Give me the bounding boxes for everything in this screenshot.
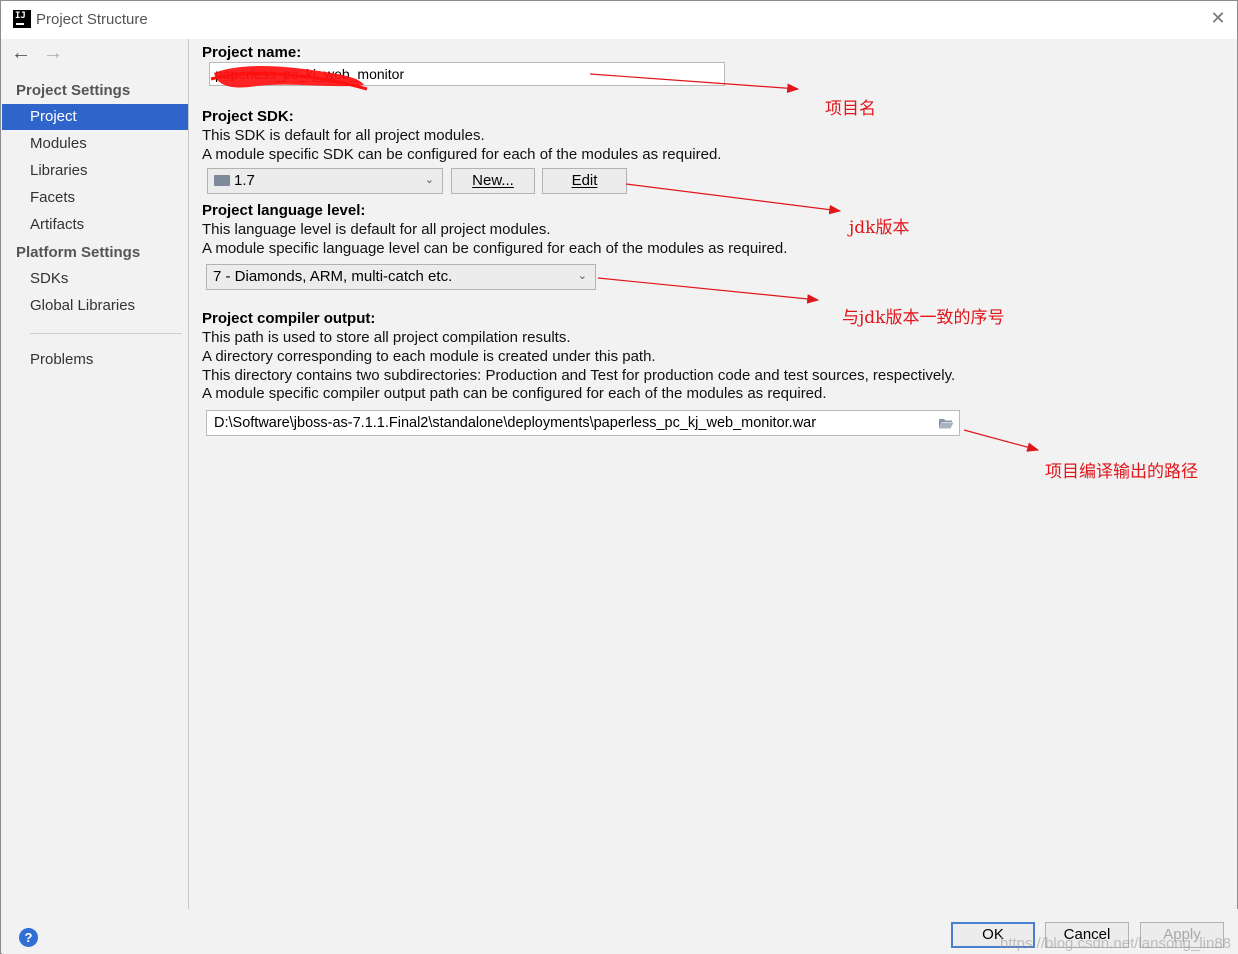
sidebar-item-libraries[interactable]: Libraries (2, 158, 188, 184)
edit-sdk-button[interactable]: Edit (542, 168, 627, 194)
annotation-output-path: 项目编译输出的路径 (1045, 462, 1198, 482)
annotation-project-name: 项目名 (825, 99, 876, 119)
sidebar-divider (30, 333, 182, 334)
compiler-output-label: Project compiler output: (202, 310, 376, 327)
window-title: Project Structure (36, 11, 148, 28)
watermark: https://blog.csdn.net/lansong_lin88 (1000, 935, 1231, 952)
settings-sidebar: ← → Project Settings Project Modules Lib… (2, 39, 189, 909)
chevron-down-icon: ⌄ (577, 270, 587, 282)
sidebar-item-problems[interactable]: Problems (2, 347, 188, 373)
language-level-desc-2: A module specific language level can be … (202, 240, 788, 257)
language-level-select[interactable]: 7 - Diamonds, ARM, multi-catch etc. ⌄ (206, 264, 596, 290)
forward-arrow-icon[interactable]: → (43, 42, 63, 64)
project-settings-header: Project Settings (16, 82, 131, 99)
folder-open-icon[interactable] (938, 417, 954, 429)
sidebar-item-modules[interactable]: Modules (2, 131, 188, 157)
chevron-down-icon: ⌄ (424, 174, 434, 186)
intellij-logo-icon: IJ (13, 10, 31, 28)
compiler-output-path-input[interactable]: D:\Software\jboss-as-7.1.1.Final2\standa… (206, 410, 960, 436)
dialog-footer: ? OK Cancel Apply https://blog.csdn.net/… (2, 909, 1238, 954)
language-level-label: Project language level: (202, 202, 366, 219)
sdk-folder-icon (214, 175, 230, 186)
new-sdk-button[interactable]: New... (451, 168, 535, 194)
sidebar-item-artifacts[interactable]: Artifacts (2, 212, 188, 238)
compiler-output-path: D:\Software\jboss-as-7.1.1.Final2\standa… (214, 415, 817, 431)
project-sdk-label: Project SDK: (202, 108, 294, 125)
sdk-select[interactable]: 1.7 ⌄ (207, 168, 443, 194)
compiler-output-desc-2: A directory corresponding to each module… (202, 348, 656, 365)
project-name-input[interactable]: paperless_pc_kj_web_monitor (209, 62, 725, 86)
compiler-output-desc-3: This directory contains two subdirectori… (202, 367, 956, 384)
language-level-desc-1: This language level is default for all p… (202, 221, 551, 238)
platform-settings-header: Platform Settings (16, 244, 141, 261)
sidebar-item-facets[interactable]: Facets (2, 185, 188, 211)
sdk-select-value: 1.7 (234, 172, 255, 189)
compiler-output-desc-4: A module specific compiler output path c… (202, 385, 827, 402)
title-bar: IJ Project Structure ✕ (1, 1, 1237, 39)
help-icon[interactable]: ? (19, 928, 38, 947)
sidebar-item-sdks[interactable]: SDKs (2, 266, 188, 292)
annotation-language-level: 与jdk版本一致的序号 (842, 308, 1005, 328)
back-arrow-icon[interactable]: ← (11, 42, 31, 64)
project-name-label: Project name: (202, 44, 302, 61)
close-icon[interactable]: ✕ (1207, 8, 1229, 30)
sidebar-item-global-libraries[interactable]: Global Libraries (2, 293, 188, 319)
project-sdk-desc-2: A module specific SDK can be configured … (202, 146, 722, 163)
sidebar-item-project[interactable]: Project (2, 104, 188, 130)
project-sdk-desc-1: This SDK is default for all project modu… (202, 127, 485, 144)
compiler-output-desc-1: This path is used to store all project c… (202, 329, 571, 346)
language-level-value: 7 - Diamonds, ARM, multi-catch etc. (213, 268, 453, 285)
annotation-jdk-version: jdk版本 (849, 218, 910, 238)
